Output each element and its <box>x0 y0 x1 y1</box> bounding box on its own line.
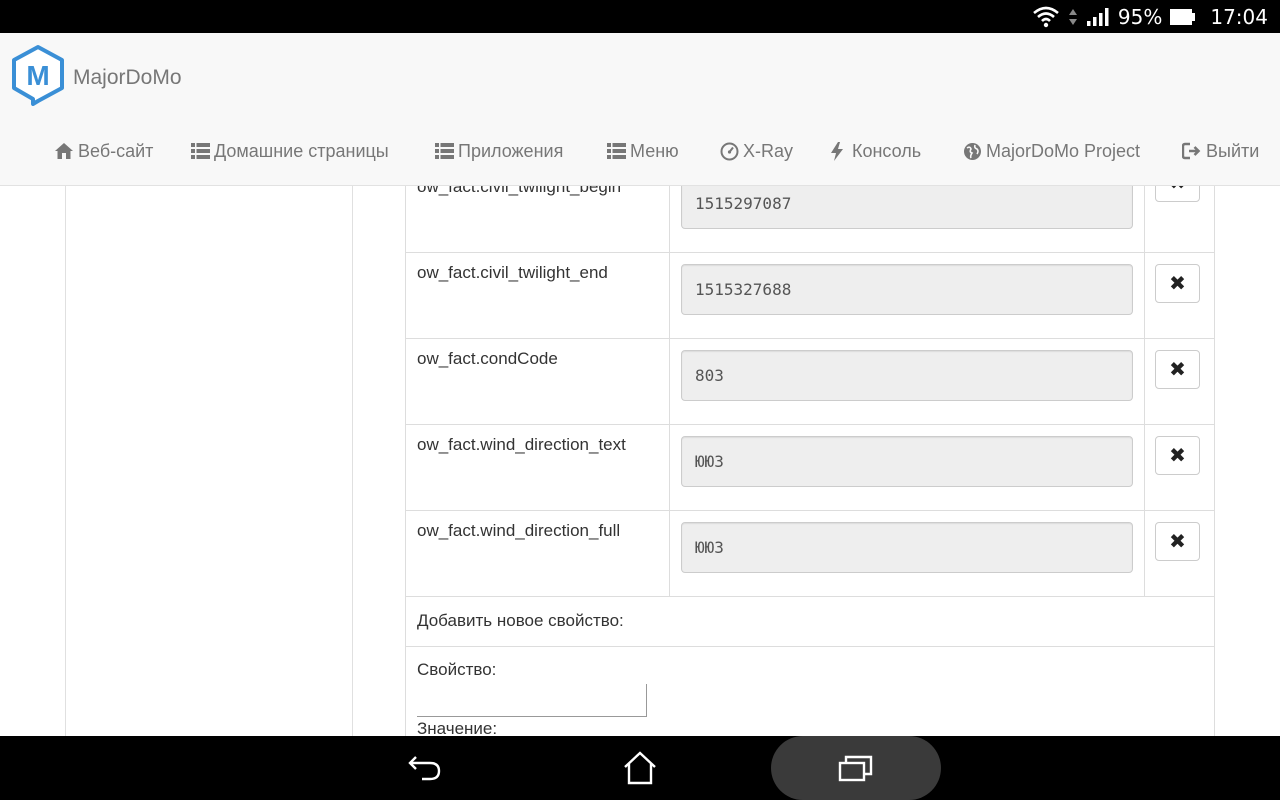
nav-item-label: Консоль <box>852 140 922 161</box>
nav-item-logout[interactable]: Выйти <box>1182 129 1259 173</box>
flash-icon <box>831 141 843 161</box>
delete-button[interactable]: ✖ <box>1155 186 1200 202</box>
recents-button[interactable] <box>826 736 886 800</box>
property-value-input[interactable] <box>681 350 1133 401</box>
delete-button[interactable]: ✖ <box>1155 522 1200 561</box>
list-icon <box>191 143 210 159</box>
nav-item-label: X-Ray <box>743 140 794 161</box>
delete-button[interactable]: ✖ <box>1155 264 1200 303</box>
nav-item-label: Домашние страницы <box>214 140 389 161</box>
dashboard-icon <box>720 142 739 160</box>
battery-icon <box>1170 8 1196 26</box>
delete-button[interactable]: ✖ <box>1155 350 1200 389</box>
property-label: Свойство: <box>417 660 497 679</box>
nav-item-majordomo-project[interactable]: MajorDoMo Project <box>963 129 1140 173</box>
logout-icon <box>1182 142 1201 160</box>
property-value-input[interactable] <box>681 436 1133 487</box>
nav-item-website[interactable]: Веб-сайт <box>54 129 153 173</box>
home-outline-icon <box>624 751 656 785</box>
delete-button[interactable]: ✖ <box>1155 436 1200 475</box>
brand-title: MajorDoMo <box>73 65 182 89</box>
properties-table: ow_fact.civil_twilight_begin ✖ ow_fact.c… <box>405 186 1215 736</box>
property-name: ow_fact.wind_direction_full <box>417 521 621 540</box>
property-value-input[interactable] <box>681 264 1133 315</box>
signal-icon <box>1086 7 1110 27</box>
property-name: ow_fact.condCode <box>417 349 558 368</box>
nav-item-menu[interactable]: Меню <box>607 129 679 173</box>
nav-item-label: Меню <box>630 140 679 161</box>
data-arrows-icon <box>1068 7 1078 27</box>
nav-item-label: Приложения <box>458 140 564 161</box>
nav-item-xray[interactable]: X-Ray <box>720 129 793 173</box>
sidebar-column <box>65 186 353 736</box>
back-icon <box>408 756 441 781</box>
clock: 17:04 <box>1210 4 1268 29</box>
nav-item-label: MajorDoMo Project <box>986 140 1141 161</box>
status-bar: 95% 17:04 <box>0 0 1280 33</box>
nav-item-label: Выйти <box>1206 140 1260 161</box>
nav-item-label: Веб-сайт <box>78 140 154 161</box>
add-property-form: Свойство: Значение: <box>406 647 1214 736</box>
recents-icon <box>838 755 873 782</box>
add-property-header: Добавить новое свойство: <box>406 598 1214 647</box>
property-value-input[interactable] <box>681 186 1133 229</box>
property-value-input[interactable] <box>681 522 1133 573</box>
nav-item-applications[interactable]: Приложения <box>435 129 563 173</box>
majordomo-logo-icon: M <box>11 44 65 111</box>
table-row: ow_fact.condCode ✖ <box>406 339 1214 425</box>
list-icon <box>607 143 626 159</box>
system-navigation-bar <box>0 736 1280 800</box>
list-icon <box>435 143 454 159</box>
nav-item-console[interactable]: Консоль <box>830 129 921 173</box>
table-row: ow_fact.civil_twilight_end ✖ <box>406 253 1214 339</box>
nav-item-home-pages[interactable]: Домашние страницы <box>191 129 389 173</box>
table-row: ow_fact.civil_twilight_begin ✖ <box>406 186 1214 253</box>
home-icon <box>55 143 73 159</box>
table-row: ow_fact.wind_direction_full ✖ <box>406 511 1214 597</box>
table-row: ow_fact.wind_direction_text ✖ <box>406 425 1214 511</box>
new-property-input[interactable] <box>417 684 647 717</box>
main-menu: Веб-сайт Домашние страницы Приложения Ме… <box>0 129 1280 173</box>
battery-percent: 95% <box>1117 4 1163 29</box>
property-name: ow_fact.civil_twilight_begin <box>417 186 622 196</box>
logo-letter: M <box>26 60 49 91</box>
globe-icon <box>964 142 981 160</box>
brand-link[interactable]: M MajorDoMo <box>11 44 182 111</box>
property-name: ow_fact.wind_direction_text <box>417 435 626 454</box>
property-name: ow_fact.civil_twilight_end <box>417 263 608 282</box>
value-label: Значение: <box>417 719 498 736</box>
add-property-heading: Добавить новое свойство: <box>417 611 624 630</box>
wifi-icon <box>1032 6 1060 28</box>
top-navbar: M MajorDoMo Веб-сайт Домашние страницы П… <box>0 33 1280 186</box>
back-button[interactable] <box>395 736 455 800</box>
home-button[interactable] <box>610 736 670 800</box>
